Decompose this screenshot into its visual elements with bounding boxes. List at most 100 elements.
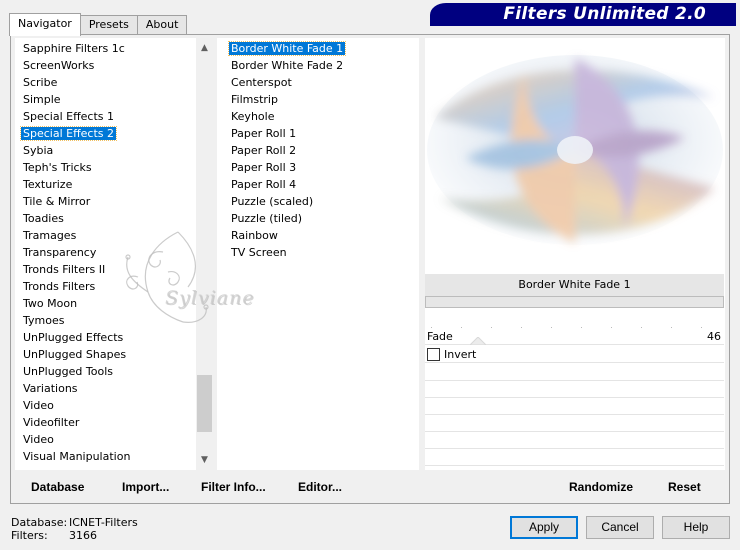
category-item[interactable]: Variations xyxy=(21,380,132,397)
category-item[interactable]: Tronds Filters xyxy=(21,278,132,295)
tab-presets[interactable]: Presets xyxy=(79,15,138,35)
category-scrollbar[interactable]: ▲ ▼ xyxy=(196,38,213,470)
category-item[interactable]: UnPlugged Shapes xyxy=(21,346,132,363)
category-item-label: Video xyxy=(23,399,54,412)
filter-item[interactable]: Rainbow xyxy=(229,227,345,244)
category-item[interactable]: Two Moon xyxy=(21,295,132,312)
category-item-label: Simple xyxy=(23,93,61,106)
category-item[interactable]: UnPlugged Effects xyxy=(21,329,132,346)
tab-strip: Navigator Presets About xyxy=(9,13,188,36)
category-item[interactable]: Teph's Tricks xyxy=(21,159,132,176)
watermark-text: Sylviane xyxy=(165,287,255,309)
category-item[interactable]: Toadies xyxy=(21,210,132,227)
category-item[interactable]: UnPlugged Tools xyxy=(21,363,132,380)
fade-slider-thumb-icon[interactable] xyxy=(470,337,486,345)
category-item-label: UnPlugged Effects xyxy=(23,331,124,344)
category-item[interactable]: Tymoes xyxy=(21,312,132,329)
category-item-label: Tramages xyxy=(23,229,77,242)
empty-param-row xyxy=(425,398,724,415)
filter-item-label: Centerspot xyxy=(231,76,292,89)
category-item-label: Tymoes xyxy=(23,314,65,327)
filter-item[interactable]: TV Screen xyxy=(229,244,345,261)
filter-item[interactable]: Paper Roll 4 xyxy=(229,176,345,193)
invert-checkbox[interactable] xyxy=(427,348,440,361)
filter-item[interactable]: Puzzle (tiled) xyxy=(229,210,345,227)
category-list-pane[interactable]: Sapphire Filters 1c ScreenWorks Scribe Simp… xyxy=(15,38,212,470)
database-status: Database: ICNET-Filters xyxy=(11,516,138,529)
filter-item-label: Paper Roll 3 xyxy=(231,161,297,174)
category-item[interactable]: Tronds Filters II xyxy=(21,261,132,278)
category-item[interactable]: Videofilter xyxy=(21,414,132,431)
tab-navigator[interactable]: Navigator xyxy=(9,13,81,36)
invert-label: Invert xyxy=(444,348,477,361)
category-item[interactable]: Visual Manipulation xyxy=(21,448,132,465)
filter-item[interactable]: Paper Roll 2 xyxy=(229,142,345,159)
category-item-label: Variations xyxy=(23,382,78,395)
filter-item[interactable]: Paper Roll 1 xyxy=(229,125,345,142)
category-item[interactable]: Sybia xyxy=(21,142,132,159)
category-item-label: Tile & Mirror xyxy=(23,195,91,208)
category-item[interactable]: ScreenWorks xyxy=(21,57,132,74)
reset-button[interactable]: Reset xyxy=(668,480,701,494)
category-item-label: UnPlugged Tools xyxy=(23,365,113,378)
tab-about[interactable]: About xyxy=(136,15,188,35)
filter-item-label: Puzzle (scaled) xyxy=(231,195,314,208)
category-item[interactable]: Video xyxy=(21,397,132,414)
empty-param-row xyxy=(425,449,724,466)
filter-item[interactable]: Border White Fade 1 xyxy=(227,40,347,57)
scroll-up-icon[interactable]: ▲ xyxy=(196,40,213,57)
category-item[interactable]: Video xyxy=(21,431,132,448)
category-item-label: Tronds Filters xyxy=(23,280,96,293)
filter-list[interactable]: Border White Fade 1 Border White Fade 2 Ce… xyxy=(227,40,347,261)
category-item-label: Teph's Tricks xyxy=(23,161,92,174)
scrollbar-thumb[interactable] xyxy=(197,375,212,432)
editor-button[interactable]: Editor... xyxy=(298,480,342,494)
category-item[interactable]: Texturize xyxy=(21,176,132,193)
filter-item-label: Paper Roll 1 xyxy=(231,127,297,140)
current-filter-title: Border White Fade 1 xyxy=(425,274,724,296)
category-item-label: Sapphire Filters 1c xyxy=(23,42,125,55)
filter-item[interactable]: Keyhole xyxy=(229,108,345,125)
category-item-label: Special Effects 2 xyxy=(19,126,118,141)
filter-item[interactable]: Filmstrip xyxy=(229,91,345,108)
preview-image xyxy=(425,38,724,270)
empty-param-row xyxy=(425,381,724,398)
cancel-button[interactable]: Cancel xyxy=(586,516,654,539)
category-item-label: Toadies xyxy=(23,212,64,225)
database-status-value: ICNET-Filters xyxy=(69,516,138,529)
category-item[interactable]: Transparency xyxy=(21,244,132,261)
filter-item-label: Border White Fade 2 xyxy=(231,59,344,72)
category-item[interactable]: Tile & Mirror xyxy=(21,193,132,210)
filter-item-label: TV Screen xyxy=(231,246,287,259)
filter-item-label: Paper Roll 2 xyxy=(231,144,297,157)
filter-item-label: Filmstrip xyxy=(231,93,278,106)
category-item-label: Sybia xyxy=(23,144,54,157)
import-button[interactable]: Import... xyxy=(122,480,169,494)
help-button[interactable]: Help xyxy=(662,516,730,539)
category-item-label: ScreenWorks xyxy=(23,59,95,72)
category-item-label: Videofilter xyxy=(23,416,80,429)
category-item[interactable]: Sapphire Filters 1c xyxy=(21,40,132,57)
category-item[interactable]: Tramages xyxy=(21,227,132,244)
fade-slider-ticks xyxy=(431,327,702,328)
filter-item[interactable]: Centerspot xyxy=(229,74,345,91)
category-item[interactable]: Simple xyxy=(21,91,132,108)
filter-item[interactable]: Paper Roll 3 xyxy=(229,159,345,176)
filter-item[interactable]: Puzzle (scaled) xyxy=(229,193,345,210)
category-item-label: Video xyxy=(23,433,54,446)
progress-bar xyxy=(425,296,724,308)
category-item-label: Tronds Filters II xyxy=(23,263,106,276)
filter-list-pane[interactable]: Border White Fade 1 Border White Fade 2 Ce… xyxy=(217,38,419,470)
category-item[interactable]: Special Effects 1 xyxy=(21,108,132,125)
empty-param-row xyxy=(425,415,724,432)
filter-item[interactable]: Border White Fade 2 xyxy=(229,57,345,74)
category-list[interactable]: Sapphire Filters 1c ScreenWorks Scribe Simp… xyxy=(19,40,132,465)
category-item[interactable]: Scribe xyxy=(21,74,132,91)
database-button[interactable]: Database xyxy=(31,480,84,494)
scroll-down-icon[interactable]: ▼ xyxy=(196,452,213,469)
randomize-button[interactable]: Randomize xyxy=(569,480,633,494)
category-item[interactable]: Special Effects 2 xyxy=(19,125,132,142)
apply-button[interactable]: Apply xyxy=(510,516,578,539)
filter-info-button[interactable]: Filter Info... xyxy=(201,480,266,494)
filters-count-status: Filters: 3166 xyxy=(11,529,97,542)
